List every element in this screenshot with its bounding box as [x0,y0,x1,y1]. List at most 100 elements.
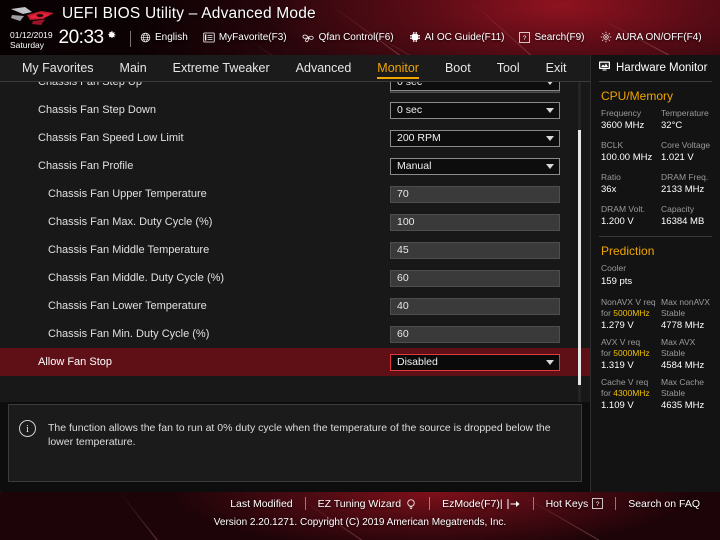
setting-dropdown[interactable]: 0 sec [390,82,560,91]
prediction-value-left: 1.279 V [601,320,634,331]
prediction-label-right: Max nonAVX [661,297,710,307]
dropdown-value: Manual [397,160,432,172]
prediction-value-right: 4635 MHz [661,400,705,411]
footer-ez-tuning-wizard[interactable]: EZ Tuning Wizard [306,498,429,510]
setting-field: 45 [390,241,560,259]
monitor-value-left: 36x [601,184,617,195]
wizard-icon [405,498,417,510]
setting-row[interactable]: Chassis Fan Step Up 0 sec [0,82,590,96]
setting-dropdown[interactable]: Manual [390,157,560,175]
settings-panel: Chassis Fan Step Up 0 sec Chassis Fan Step… [0,82,590,402]
setting-input[interactable]: 60 [390,325,560,343]
tab-tool[interactable]: Tool [497,61,520,77]
setting-row[interactable]: Chassis Fan Step Down 0 sec [0,96,590,124]
setting-row[interactable]: Chassis Fan Lower Temperature 40 [0,292,590,320]
setting-label: Allow Fan Stop [38,356,112,368]
tab-my-favorites[interactable]: My Favorites [22,61,94,77]
settings-scrollbar[interactable] [578,82,581,402]
setting-row[interactable]: Chassis Fan Min. Duty Cycle (%) 60 [0,320,590,348]
setting-input[interactable]: 100 [390,213,560,231]
setting-field: 70 [390,185,560,203]
footer-last-modified[interactable]: Last Modified [218,498,304,510]
prediction-freq-prefix: for [601,348,614,358]
monitor-label-right: Temperature [661,108,709,118]
aura-label: AURA ON/OFF(F4) [615,31,702,43]
setting-input[interactable]: 45 [390,241,560,259]
question-icon: ? [519,31,531,43]
prediction-status: Stable [661,388,686,398]
search-label: Search(F9) [534,31,585,43]
chevron-down-icon [546,163,554,169]
scrollbar-thumb[interactable] [578,130,581,385]
tab-advanced[interactable]: Advanced [296,61,352,77]
gear-icon[interactable] [105,29,117,41]
prediction-value-left: 1.319 V [601,360,634,371]
ai-chip-icon [409,31,421,43]
myfavorite-button[interactable]: MyFavorite(F3) [203,32,287,43]
setting-dropdown[interactable]: 200 RPM [390,129,560,147]
setting-label: Chassis Fan Middle Temperature [48,244,210,256]
dropdown-value: 200 RPM [397,132,441,144]
chevron-down-icon [546,107,554,113]
setting-dropdown[interactable]: Disabled [390,353,560,371]
myfavorite-label: MyFavorite(F3) [218,31,287,43]
hardware-monitor-panel: Hardware Monitor CPU/Memory Frequency Temp… [590,55,720,492]
header-divider [130,31,131,47]
setting-row[interactable]: Allow Fan Stop Disabled [0,348,590,376]
footer-item-label: EzMode(F7)| [442,497,503,510]
setting-row[interactable]: Chassis Fan Middle. Duty Cycle (%) 60 [0,264,590,292]
day-text: Saturday [10,40,45,50]
setting-row[interactable]: Chassis Fan Upper Temperature 70 [0,180,590,208]
footer-search-on-faq[interactable]: Search on FAQ [616,498,712,510]
chevron-down-icon [546,359,554,365]
prediction-entry: Cache V req Max Cache for 4300MHz Stable 1.1… [591,377,720,417]
setting-input[interactable]: 60 [390,269,560,287]
prediction-freq-prefix: for [601,388,614,398]
tab-monitor[interactable]: Monitor [377,61,419,79]
qfan-control-button[interactable]: Qfan Control(F6) [302,32,394,43]
prediction-label-left: AVX V req [601,337,641,347]
setting-row[interactable]: Chassis Fan Profile Manual [0,152,590,180]
footer-hot-keys[interactable]: Hot Keys? [534,498,616,510]
setting-dropdown[interactable]: 0 sec [390,101,560,119]
cooler-label: Cooler [601,263,627,273]
setting-row[interactable]: Chassis Fan Max. Duty Cycle (%) 100 [0,208,590,236]
tab-exit[interactable]: Exit [546,61,567,77]
prediction-label-right: Max AVX [661,337,696,347]
aura-toggle-button[interactable]: AURA ON/OFF(F4) [600,31,702,43]
monitor-entry: DRAM Volt. Capacity 1.200 V 16384 MB [591,203,720,235]
prediction-entry: NonAVX V req Max nonAVX for 5000MHz Stable 1… [591,297,720,337]
sidebar-section-heading: Prediction [601,244,655,258]
tab-boot[interactable]: Boot [445,61,471,77]
monitor-value-right: 32°C [661,120,683,131]
globe-icon [140,32,151,43]
cooler-value: 159 pts [601,276,633,287]
hardware-monitor-title: Hardware Monitor [591,55,720,80]
prediction-status: Stable [661,308,686,318]
setting-input[interactable]: 40 [390,297,560,315]
monitor-value-left: 1.200 V [601,216,634,227]
prediction-freq-label: for 4300MHz [601,388,661,399]
search-button[interactable]: ? Search(F9) [519,31,585,43]
tab-extreme-tweaker[interactable]: Extreme Tweaker [173,61,270,77]
prediction-freq-prefix: for [601,308,614,318]
header-streak [329,4,476,55]
dropdown-value: Disabled [397,356,438,368]
rog-logo [11,7,54,25]
prediction-freq-value: 5000MHz [613,308,650,318]
ai-oc-guide-button[interactable]: AI OC Guide(F11) [409,31,504,43]
aura-icon [600,31,612,43]
setting-input[interactable]: 70 [390,185,560,203]
tab-main[interactable]: Main [120,61,147,77]
language-button[interactable]: English [140,32,188,43]
help-text: The function allows the fan to run at 0%… [48,422,551,448]
setting-field: Disabled [390,353,560,371]
prediction-freq-label: for 5000MHz [601,308,661,319]
setting-row[interactable]: Chassis Fan Middle Temperature 45 [0,236,590,264]
monitor-label-right: Capacity [661,204,695,214]
setting-label: Chassis Fan Profile [38,160,134,172]
setting-row[interactable]: Chassis Fan Speed Low Limit 200 RPM [0,124,590,152]
setting-label: Chassis Fan Middle. Duty Cycle (%) [48,272,225,284]
hardware-monitor-label: Hardware Monitor [616,61,708,74]
footer-ezmode-f7[interactable]: EzMode(F7)| [430,498,533,510]
